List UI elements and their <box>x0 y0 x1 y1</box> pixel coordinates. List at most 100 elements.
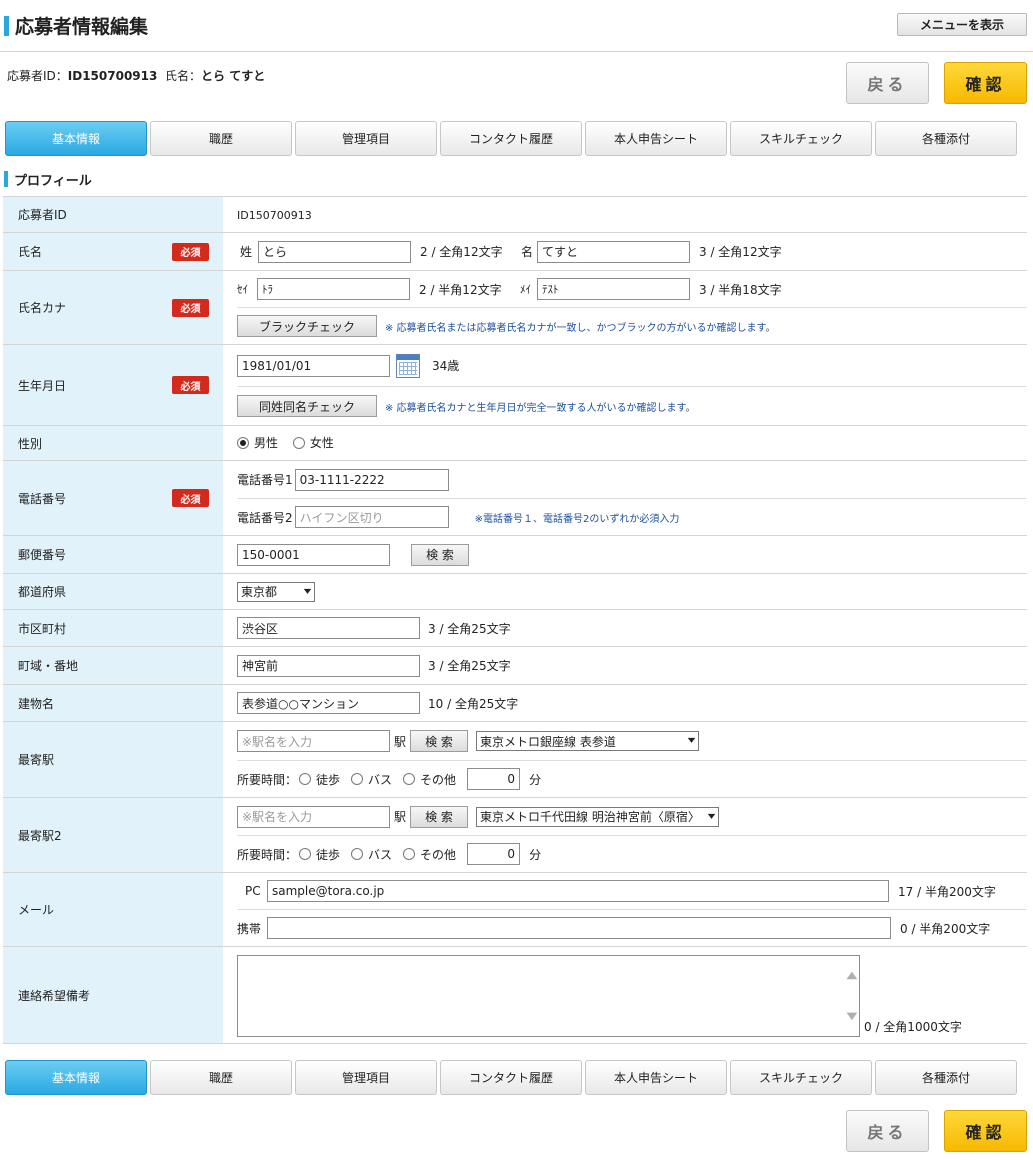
sei-kana-label: ｾｲ <box>237 283 248 296</box>
town-input[interactable]: 神宮前 <box>237 654 420 677</box>
tab-skill-check[interactable]: スキルチェック <box>730 121 872 156</box>
pc-mail-input[interactable]: sample@tora.co.jp <box>267 880 889 902</box>
pc-mail-count: 17 / 半角200文字 <box>898 884 996 899</box>
radio-unchecked-icon <box>403 848 416 860</box>
required-badge: 必須 <box>172 489 209 507</box>
confirm-button-bottom[interactable]: 確認 <box>944 1110 1027 1152</box>
postal-code-input[interactable]: 150-0001 <box>237 543 390 566</box>
tab-attachments[interactable]: 各種添付 <box>875 1060 1017 1095</box>
phone2-input[interactable]: ハイフン区切り <box>294 506 449 528</box>
station1-time-label: 所要時間： <box>237 772 298 787</box>
back-button-top[interactable]: 戻る <box>846 62 929 104</box>
last-name-input[interactable]: とら <box>258 240 411 263</box>
station1-select[interactable]: 東京メトロ銀座線 表参道 ▾ <box>476 731 700 751</box>
radio-unchecked-icon <box>351 773 364 785</box>
same-name-check-button[interactable]: 同姓同名チェック <box>237 395 377 417</box>
calendar-icon[interactable] <box>396 353 420 378</box>
station2-eki: 駅 <box>394 810 407 824</box>
label-birth-date: 生年月日 <box>18 378 67 393</box>
label-applicant-id: 応募者ID <box>3 196 223 233</box>
phone1-input[interactable]: 03-1111-2222 <box>294 468 449 491</box>
tab-attachments[interactable]: 各種添付 <box>875 121 1017 156</box>
row-birth-date: 生年月日 必須 1981/01/01 34歳 同姓同名チェック ※ 応募者氏名カナ… <box>3 344 1027 426</box>
last-name-kana-input[interactable]: ﾄﾗ <box>257 278 410 300</box>
label-building: 建物名 <box>3 684 223 722</box>
sei-label: 姓 <box>240 245 253 259</box>
scroll-up-icon[interactable]: ▲ <box>847 970 858 981</box>
tab-management[interactable]: 管理項目 <box>295 1060 437 1095</box>
radio-unchecked-icon <box>299 848 312 860</box>
blacklist-check-button[interactable]: ブラックチェック <box>237 315 377 337</box>
first-name-kana-input[interactable]: ﾃｽﾄ <box>537 278 690 300</box>
tab-management[interactable]: 管理項目 <box>295 121 437 156</box>
row-city: 市区町村 渋谷区 3 / 全角25文字 <box>3 609 1027 647</box>
radio-unchecked-icon <box>403 773 416 785</box>
station2-walk-radio[interactable]: 徒歩 <box>299 846 340 863</box>
label-postal: 郵便番号 <box>3 535 223 574</box>
tab-self-report[interactable]: 本人申告シート <box>585 121 727 156</box>
remarks-textarea[interactable]: ▲ ▼ <box>237 955 860 1037</box>
station1-search-button[interactable]: 検 索 <box>410 730 469 752</box>
row-prefecture: 都道府県 東京都 ▾ <box>3 573 1027 610</box>
station2-minutes-input[interactable]: 0 <box>467 843 521 865</box>
station2-search-button[interactable]: 検 索 <box>410 805 469 828</box>
mobile-mail-input[interactable] <box>267 917 891 939</box>
row-mail: メール PC sample@tora.co.jp 17 / 半角200文字 携帯… <box>3 872 1027 947</box>
chevron-down-icon: ▾ <box>303 585 312 597</box>
city-count: 3 / 全角25文字 <box>428 621 511 636</box>
section-title: プロフィール <box>14 173 92 189</box>
mei-label: 名 <box>521 245 534 259</box>
tab-contact-history[interactable]: コンタクト履歴 <box>440 121 582 156</box>
gender-male-radio[interactable]: 男性 <box>237 434 278 451</box>
row-name-kana: 氏名カナ 必須 ｾｲ ﾄﾗ 2 / 半角12文字 ﾒｲ ﾃｽﾄ 3 / 半角18文… <box>3 270 1027 345</box>
applicant-name-value: とら てすと <box>201 69 266 83</box>
last-name-count: 2 / 全角12文字 <box>420 245 503 259</box>
first-name-count: 3 / 全角12文字 <box>699 245 782 259</box>
required-badge: 必須 <box>172 242 209 261</box>
prefecture-select[interactable]: 東京都 ▾ <box>237 581 315 602</box>
label-mail: メール <box>3 872 223 947</box>
station2-other-radio[interactable]: その他 <box>403 846 456 863</box>
gender-female-radio[interactable]: 女性 <box>292 434 334 451</box>
city-input[interactable]: 渋谷区 <box>237 617 420 639</box>
station2-select[interactable]: 東京メトロ千代田線 明治神宮前〈原宿〉 ▾ <box>476 806 720 827</box>
first-name-input[interactable]: てすと <box>537 240 690 263</box>
tab-basic-info[interactable]: 基本情報 <box>5 1060 147 1095</box>
tab-work-history[interactable]: 職歴 <box>150 1060 292 1095</box>
station1-input[interactable]: ※駅名を入力 <box>237 730 390 752</box>
tab-contact-history[interactable]: コンタクト履歴 <box>440 1060 582 1095</box>
row-phone: 電話番号 必須 電話番号1 03-1111-2222 電話番号2 ハイフン区切り … <box>3 460 1027 536</box>
confirm-button-top[interactable]: 確認 <box>944 62 1027 104</box>
applicant-id-label: 応募者ID： <box>7 69 68 83</box>
row-station2: 最寄駅2 ※駅名を入力 駅 検 索 東京メトロ千代田線 明治神宮前〈原宿〉 ▾ 所… <box>3 797 1027 873</box>
postal-search-button[interactable]: 検 索 <box>411 543 469 566</box>
scroll-down-icon[interactable]: ▼ <box>847 1011 858 1022</box>
row-remarks: 連絡希望備考 ▲ ▼ 0 / 全角1000文字 <box>3 946 1027 1044</box>
tab-self-report[interactable]: 本人申告シート <box>585 1060 727 1095</box>
station1-walk-radio[interactable]: 徒歩 <box>299 771 340 788</box>
station2-bus-radio[interactable]: バス <box>351 846 392 863</box>
tab-bar-top: 基本情報 職歴 管理項目 コンタクト履歴 本人申告シート スキルチェック 各種添… <box>5 121 1017 156</box>
building-input[interactable]: 表参道○○マンション <box>237 692 420 714</box>
applicant-id-display: ID150700913 <box>237 208 312 222</box>
last-name-kana-count: 2 / 半角12文字 <box>419 282 502 297</box>
label-station2: 最寄駅2 <box>3 797 223 873</box>
label-town: 町域・番地 <box>3 646 223 685</box>
tab-basic-info[interactable]: 基本情報 <box>5 121 147 156</box>
applicant-summary: 応募者ID：ID150700913 氏名：とら てすと <box>7 67 265 84</box>
station2-input[interactable]: ※駅名を入力 <box>237 805 390 828</box>
same-name-check-note: ※ 応募者氏名カナと生年月日が完全一致する人がいるか確認します。 <box>385 402 696 414</box>
building-count: 10 / 全角25文字 <box>428 696 519 711</box>
tab-skill-check[interactable]: スキルチェック <box>730 1060 872 1095</box>
station1-minutes-input[interactable]: 0 <box>467 768 521 790</box>
station1-other-radio[interactable]: その他 <box>403 771 456 788</box>
label-station1: 最寄駅 <box>3 721 223 798</box>
title-accent-bar <box>4 16 9 36</box>
back-button-bottom[interactable]: 戻る <box>846 1110 929 1152</box>
station1-eki: 駅 <box>394 734 407 749</box>
birth-date-input[interactable]: 1981/01/01 <box>237 354 390 377</box>
tab-work-history[interactable]: 職歴 <box>150 121 292 156</box>
station1-bus-radio[interactable]: バス <box>351 771 392 788</box>
show-menu-button[interactable]: メニューを表示 <box>897 13 1027 36</box>
required-badge: 必須 <box>172 376 209 394</box>
